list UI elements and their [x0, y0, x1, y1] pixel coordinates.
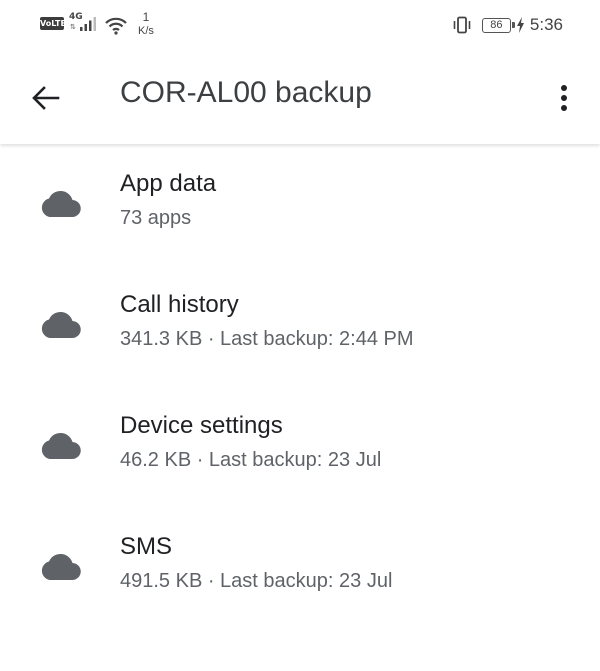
more-options-button[interactable] [548, 80, 580, 116]
backup-item-title: SMS [120, 533, 173, 560]
backup-item-subtitle: 73 apps [120, 207, 192, 229]
backup-item-subtitle: 491.5 KB · Last backup: 23 Jul [120, 570, 393, 592]
backup-item-call-history[interactable]: Call history 341.3 KB · Last backup: 2:4… [0, 265, 600, 386]
mobile-network-indicator: 4G ⇅ [69, 12, 99, 34]
data-arrows-icon: ⇅ [70, 24, 76, 31]
cloud-icon [41, 553, 81, 581]
backup-item-subtitle: 341.3 KB · Last backup: 2:44 PM [120, 328, 414, 350]
backup-item-title: Device settings [120, 412, 283, 439]
cloud-icon [41, 432, 81, 460]
cloud-icon [41, 190, 81, 218]
app-bar: COR-AL00 backup [0, 52, 600, 144]
signal-icon [80, 17, 96, 31]
back-button[interactable] [27, 80, 63, 116]
status-bar-right: 86 5:36 [452, 14, 563, 36]
charging-icon [516, 17, 524, 33]
status-clock: 5:36 [529, 15, 563, 34]
backup-item-sms[interactable]: SMS 491.5 KB · Last backup: 23 Jul [0, 507, 600, 628]
cloud-icon [41, 311, 81, 339]
network-speed: 1 K/s [138, 10, 154, 38]
more-vert-icon [561, 85, 567, 111]
status-bar: VoLTE 4G ⇅ 1 K/s 86 5:36 [0, 0, 600, 52]
backup-item-device-settings[interactable]: Device settings 46.2 KB · Last backup: 2… [0, 386, 600, 507]
backup-item-title: Call history [120, 291, 239, 318]
vibrate-icon [453, 16, 471, 34]
network-speed-unit: K/s [138, 25, 154, 37]
backup-item-subtitle: 46.2 KB · Last backup: 23 Jul [120, 449, 382, 471]
backup-list: App data 73 apps Call history 341.3 KB ·… [0, 144, 600, 628]
page-title: COR-AL00 backup [120, 76, 372, 109]
volte-badge: VoLTE [40, 17, 66, 30]
wifi-icon [105, 17, 127, 35]
network-speed-value: 1 [142, 10, 150, 24]
battery-icon: 86 [481, 17, 515, 33]
arrow-back-icon [32, 86, 60, 110]
status-bar-left: VoLTE 4G ⇅ 1 K/s [40, 10, 154, 40]
backup-item-app-data[interactable]: App data 73 apps [0, 144, 600, 265]
backup-item-title: App data [120, 170, 217, 197]
